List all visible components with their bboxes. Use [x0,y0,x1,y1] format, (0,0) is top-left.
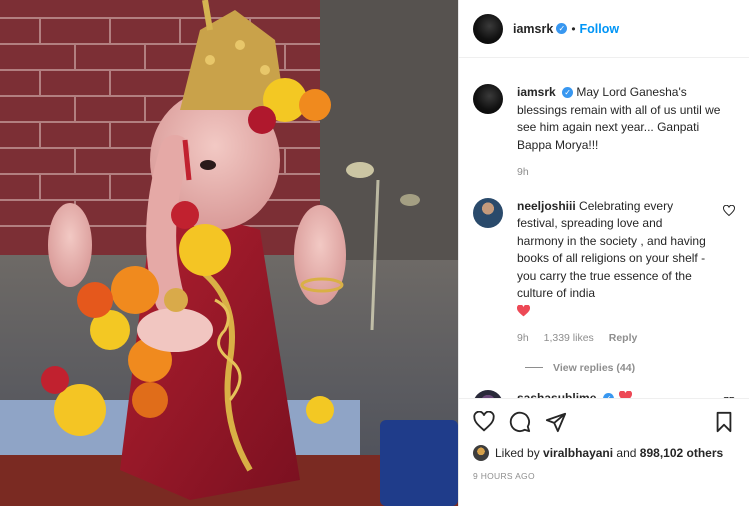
caption-time[interactable]: 9h [517,166,529,178]
separator-dot: • [571,21,576,36]
verified-badge-icon: ✓ [556,23,568,34]
post-actions: Liked by viralbhayani and 898,102 others… [459,398,749,506]
post-photo[interactable] [0,0,458,506]
comment-like-heart-icon[interactable] [722,204,736,216]
comment-username[interactable]: neeljoshiii [517,199,576,213]
author-avatar[interactable] [473,13,503,44]
post-header: iamsrk ✓ • Follow [459,0,749,58]
comment-time[interactable]: 9h [517,332,529,344]
view-replies-line [525,367,543,368]
and-label: and [616,446,637,460]
share-icon[interactable] [545,411,567,433]
commenter-avatar[interactable] [473,197,503,228]
likes-summary: Liked by viralbhayani and 898,102 others [473,445,735,461]
ganesha-idol-image [0,0,458,506]
comment-icon[interactable] [509,411,531,433]
comment-text: Celebrating every festival, spreading lo… [517,198,706,301]
liked-by-label: Liked by [495,446,540,460]
author-username[interactable]: iamsrk [513,22,553,36]
comment-reply-button[interactable]: Reply [609,332,638,344]
comment-username[interactable]: sashasublime [517,391,596,399]
liker-avatar[interactable] [473,445,489,461]
caption-author-avatar[interactable] [473,84,503,114]
view-replies-label: View replies (44) [553,361,636,374]
verified-badge-icon: ✓ [562,87,574,99]
comment-item: sashasublime ✓ [473,389,735,399]
post-side-panel: iamsrk ✓ • Follow iamsrk ✓ May Lord Gane… [458,0,749,506]
view-replies-button[interactable]: View replies (44) [525,362,735,374]
bookmark-icon[interactable] [713,411,735,433]
commenter-avatar[interactable] [473,389,503,398]
liker-username[interactable]: viralbhayani [543,446,613,460]
caption-item: iamsrk ✓ May Lord Ganesha's blessings re… [473,84,735,182]
red-heart-emoji [516,303,707,323]
comment-item: neeljoshiii Celebrating every festival, … [473,197,736,348]
heart-icon[interactable] [473,411,495,433]
likes-others-count[interactable]: 898,102 others [640,446,723,460]
comments-list[interactable]: iamsrk ✓ May Lord Ganesha's blessings re… [459,58,749,398]
caption-username[interactable]: iamsrk [517,85,556,99]
follow-button[interactable]: Follow [580,22,620,36]
posted-time[interactable]: 9 HOURS AGO [473,471,735,481]
comment-likes[interactable]: 1,339 likes [544,332,594,344]
red-heart-emoji [619,389,633,398]
